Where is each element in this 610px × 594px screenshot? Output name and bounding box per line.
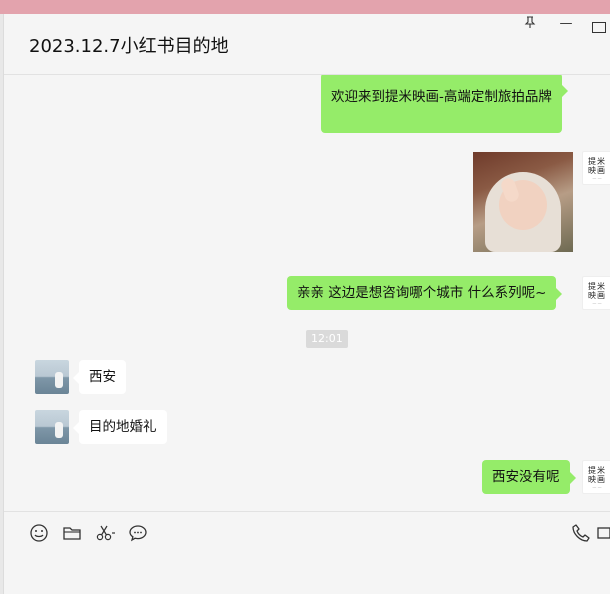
input-toolbar xyxy=(4,511,610,594)
pin-icon[interactable] xyxy=(520,16,540,33)
message-bubble-outgoing[interactable]: 亲亲 这边是想咨询哪个城市 什么系列呢~ xyxy=(287,276,563,310)
brand-avatar-line2: 映画 xyxy=(588,166,606,175)
brand-avatar-sub: — — xyxy=(592,484,602,489)
message-bubble-outgoing[interactable]: 欢迎来到提米映画-高端定制旅拍品牌 xyxy=(321,75,568,133)
message-bubble-incoming[interactable]: 目的地婚礼 xyxy=(73,410,167,444)
brand-avatar-line2: 映画 xyxy=(588,291,606,300)
video-icon[interactable] xyxy=(596,522,610,544)
brand-avatar-sub: — — xyxy=(592,175,602,180)
phone-icon[interactable] xyxy=(570,522,592,544)
avatar-figure xyxy=(55,372,63,388)
brand-avatar-sub: — — xyxy=(592,300,602,305)
brand-avatar[interactable]: 提米 映画 — — xyxy=(582,276,610,310)
chat-header: 2023.12.7小红书目的地 — xyxy=(4,14,610,75)
photo-sticker[interactable] xyxy=(473,152,573,252)
brand-avatar-line1: 提米 xyxy=(588,157,606,166)
message-bubble-incoming[interactable]: 西安 xyxy=(73,360,126,394)
brand-avatar-line2: 映画 xyxy=(588,475,606,484)
minimize-button[interactable]: — xyxy=(556,16,576,31)
chat-bubble-icon[interactable] xyxy=(127,522,149,544)
window-top-strip xyxy=(0,0,610,14)
brand-avatar[interactable]: 提米 映画 — — xyxy=(582,151,610,185)
contact-avatar[interactable] xyxy=(35,410,69,444)
scissors-icon[interactable] xyxy=(94,522,116,544)
contact-avatar[interactable] xyxy=(35,360,69,394)
avatar-figure xyxy=(55,422,63,438)
message-list[interactable]: 欢迎来到提米映画-高端定制旅拍品牌 提米 映画 — — 亲亲 这边是想咨询哪个城… xyxy=(4,75,610,511)
emoji-icon[interactable] xyxy=(28,522,50,544)
message-bubble-outgoing[interactable]: 西安没有呢 xyxy=(482,460,575,494)
time-divider: 12:01 xyxy=(306,330,348,348)
brand-avatar[interactable]: 提米 映画 — — xyxy=(582,460,610,494)
chat-title: 2023.12.7小红书目的地 xyxy=(29,36,229,57)
folder-icon[interactable] xyxy=(61,522,83,544)
brand-avatar-line1: 提米 xyxy=(588,282,606,291)
brand-avatar-line1: 提米 xyxy=(588,466,606,475)
maximize-button[interactable] xyxy=(592,22,606,33)
